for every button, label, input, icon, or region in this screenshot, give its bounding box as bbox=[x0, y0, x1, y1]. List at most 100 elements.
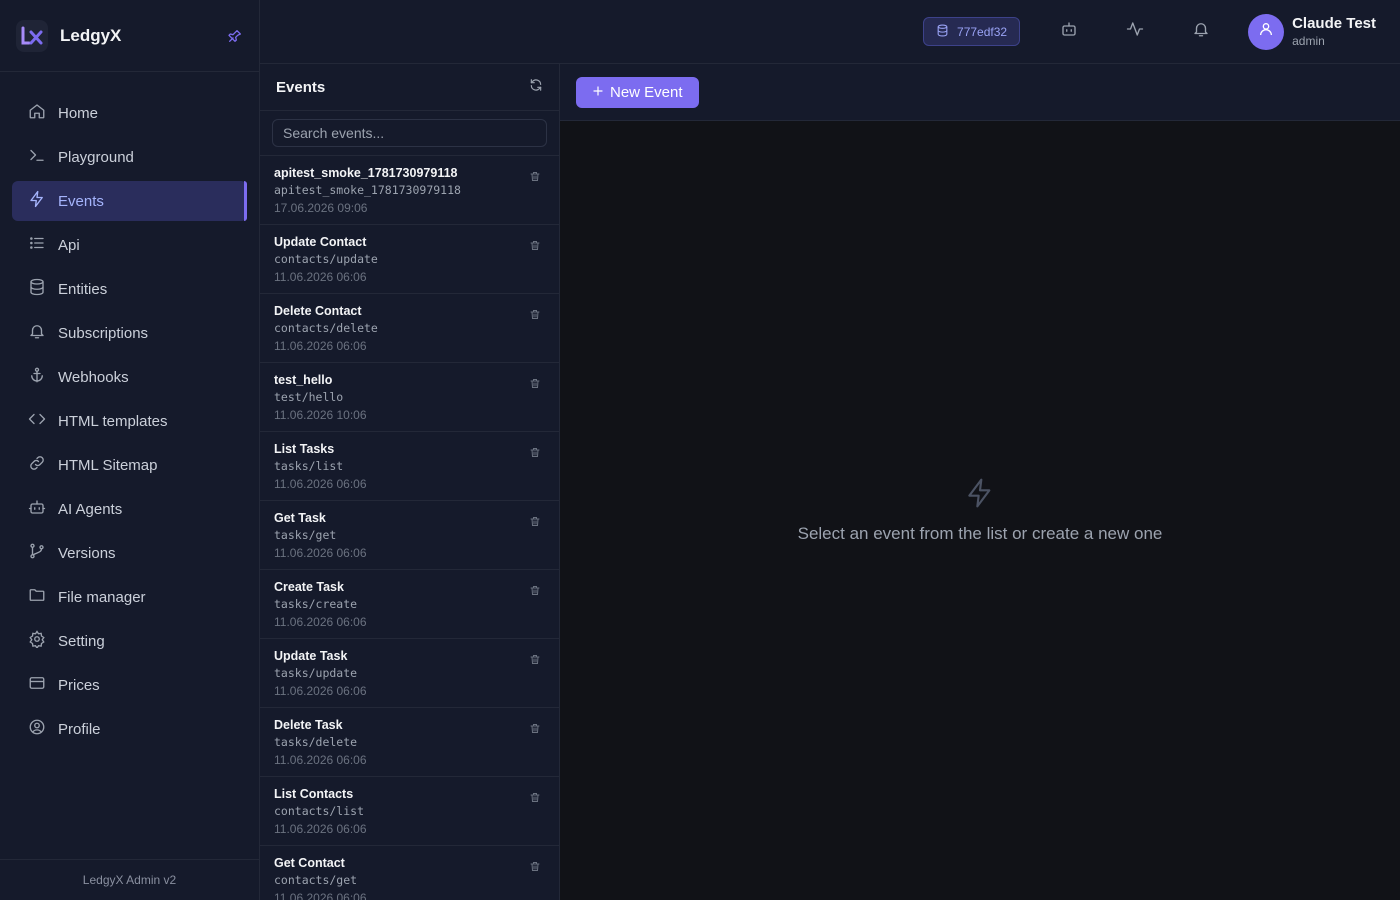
main-content: Select an event from the list or create … bbox=[560, 121, 1400, 900]
event-date: 11.06.2026 06:06 bbox=[274, 891, 367, 900]
search-input[interactable] bbox=[272, 119, 547, 147]
user-name: Claude Test bbox=[1292, 15, 1376, 32]
sidebar-item-prices[interactable]: Prices bbox=[12, 665, 247, 705]
sidebar-item-label: Webhooks bbox=[58, 368, 129, 386]
event-list-item[interactable]: Create Task tasks/create 11.06.2026 06:06 bbox=[260, 570, 559, 639]
terminal-icon bbox=[28, 146, 46, 168]
sidebar-item-events[interactable]: Events bbox=[12, 181, 247, 221]
credit-card-icon bbox=[28, 674, 46, 696]
empty-state-text: Select an event from the list or create … bbox=[797, 524, 1163, 543]
event-list-item[interactable]: apitest_smoke_1781730979118 apitest_smoke… bbox=[260, 156, 559, 225]
trash-icon[interactable] bbox=[529, 653, 543, 667]
event-list-item[interactable]: Get Contact contacts/get 11.06.2026 06:06 bbox=[260, 846, 559, 900]
sidebar-item-label: Home bbox=[58, 104, 99, 122]
bot-button[interactable] bbox=[1052, 15, 1086, 49]
code-icon bbox=[28, 410, 46, 432]
sidebar-item-api[interactable]: Api bbox=[12, 225, 247, 265]
event-name: Create Task bbox=[274, 580, 344, 594]
sidebar-item-label: File manager bbox=[58, 588, 146, 606]
database-icon bbox=[936, 24, 949, 40]
trash-icon[interactable] bbox=[529, 860, 543, 874]
sidebar-item-label: Setting bbox=[58, 632, 105, 650]
events-title: Events bbox=[276, 78, 326, 96]
database-id: 777edf32 bbox=[957, 24, 1008, 39]
trash-icon[interactable] bbox=[529, 584, 543, 598]
pin-icon[interactable] bbox=[227, 28, 243, 44]
sidebar-item-playground[interactable]: Playground bbox=[12, 137, 247, 177]
event-date: 11.06.2026 06:06 bbox=[274, 753, 367, 767]
trash-icon[interactable] bbox=[529, 308, 543, 322]
event-path: tasks/update bbox=[274, 666, 358, 680]
event-list-item[interactable]: List Tasks tasks/list 11.06.2026 06:06 bbox=[260, 432, 559, 501]
event-name: List Tasks bbox=[274, 442, 335, 456]
event-name: Update Task bbox=[274, 649, 348, 663]
sidebar-item-versions[interactable]: Versions bbox=[12, 533, 247, 573]
sidebar-item-webhooks[interactable]: Webhooks bbox=[12, 357, 247, 397]
event-path: tasks/delete bbox=[274, 735, 358, 749]
bell-icon bbox=[28, 322, 46, 344]
bolt-icon bbox=[28, 190, 46, 212]
notifications-button[interactable] bbox=[1184, 15, 1218, 49]
sidebar-item-html-sitemap[interactable]: HTML Sitemap bbox=[12, 445, 247, 485]
event-list-item[interactable]: List Contacts contacts/list 11.06.2026 06:… bbox=[260, 777, 559, 846]
sidebar-item-file-manager[interactable]: File manager bbox=[12, 577, 247, 617]
event-date: 11.06.2026 06:06 bbox=[274, 339, 367, 353]
sidebar-item-label: Profile bbox=[58, 720, 101, 738]
sidebar-item-label: Entities bbox=[58, 280, 108, 298]
event-list-item[interactable]: Get Task tasks/get 11.06.2026 06:06 bbox=[260, 501, 559, 570]
brand-name: LedgyX bbox=[60, 25, 122, 45]
sidebar-item-label: Versions bbox=[58, 544, 116, 562]
user-menu[interactable]: Claude Test admin bbox=[1248, 13, 1376, 50]
event-path: tasks/create bbox=[274, 597, 358, 611]
sidebar-item-profile[interactable]: Profile bbox=[12, 709, 247, 749]
activity-icon bbox=[1126, 20, 1144, 43]
bot-icon bbox=[1060, 20, 1078, 43]
sidebar-item-subscriptions[interactable]: Subscriptions bbox=[12, 313, 247, 353]
sidebar-item-ai-agents[interactable]: AI Agents bbox=[12, 489, 247, 529]
trash-icon[interactable] bbox=[529, 239, 543, 253]
event-path: tasks/list bbox=[274, 459, 344, 473]
event-name: Delete Contact bbox=[274, 304, 362, 318]
event-list-item[interactable]: Delete Task tasks/delete 11.06.2026 06:06 bbox=[260, 708, 559, 777]
database-badge[interactable]: 777edf32 bbox=[923, 17, 1021, 46]
sidebar-item-html-templates[interactable]: HTML templates bbox=[12, 401, 247, 441]
sidebar-item-label: Subscriptions bbox=[58, 324, 149, 342]
event-path: contacts/delete bbox=[274, 321, 378, 335]
events-header: Events bbox=[260, 64, 559, 111]
event-name: Get Task bbox=[274, 511, 326, 525]
event-path: contacts/list bbox=[274, 804, 365, 818]
logo-icon[interactable] bbox=[16, 19, 48, 52]
trash-icon[interactable] bbox=[529, 722, 543, 736]
sidebar-footer: LedgyX Admin v2 bbox=[0, 859, 259, 900]
new-event-button[interactable]: New Event bbox=[576, 76, 699, 108]
user-circle-icon bbox=[28, 718, 46, 740]
sidebar-item-setting[interactable]: Setting bbox=[12, 621, 247, 661]
home-icon bbox=[28, 102, 46, 124]
user-info: Claude Test admin bbox=[1292, 15, 1376, 48]
event-list-item[interactable]: Delete Contact contacts/delete 11.06.2026 … bbox=[260, 294, 559, 363]
sidebar-item-home[interactable]: Home bbox=[12, 93, 247, 133]
trash-icon[interactable] bbox=[529, 515, 543, 529]
bell-icon bbox=[1192, 20, 1210, 43]
trash-icon[interactable] bbox=[529, 377, 543, 391]
trash-icon[interactable] bbox=[529, 791, 543, 805]
event-list-item[interactable]: Update Task tasks/update 11.06.2026 06:06 bbox=[260, 639, 559, 708]
event-list-item[interactable]: test_hello test/hello 11.06.2026 10:06 bbox=[260, 363, 559, 432]
refresh-icon[interactable] bbox=[529, 78, 543, 97]
event-date: 17.06.2026 09:06 bbox=[274, 201, 368, 215]
sidebar-item-label: Api bbox=[58, 236, 80, 254]
sidebar-item-entities[interactable]: Entities bbox=[12, 269, 247, 309]
sidebar: LedgyX Home Playground Events Api Entiti… bbox=[0, 0, 260, 900]
activity-button[interactable] bbox=[1118, 15, 1152, 49]
event-name: Delete Task bbox=[274, 718, 343, 732]
event-date: 11.06.2026 06:06 bbox=[274, 615, 367, 629]
user-role: admin bbox=[1292, 34, 1325, 48]
link-icon bbox=[28, 454, 46, 476]
sidebar-item-label: Playground bbox=[58, 148, 134, 166]
trash-icon[interactable] bbox=[529, 170, 543, 184]
event-date: 11.06.2026 06:06 bbox=[274, 546, 367, 560]
event-list-item[interactable]: Update Contact contacts/update 11.06.2026 … bbox=[260, 225, 559, 294]
event-path: apitest_smoke_1781730979118 bbox=[274, 183, 461, 197]
empty-state: Select an event from the list or create … bbox=[560, 477, 1400, 544]
trash-icon[interactable] bbox=[529, 446, 543, 460]
